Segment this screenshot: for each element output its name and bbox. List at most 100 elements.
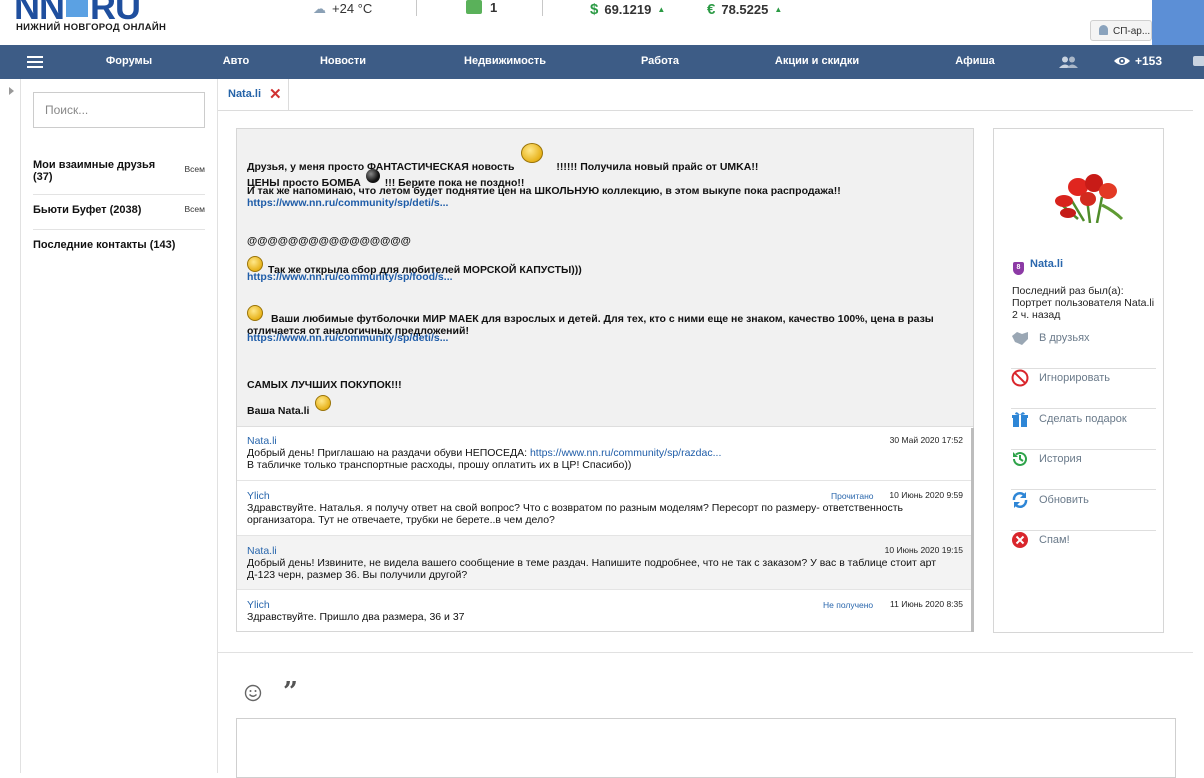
message-body: Здравствуйте. Пришло два размера, 36 и 3… <box>247 611 465 623</box>
message-paragraph: Друзья, у меня просто ФАНТАСТИЧЕСКАЯ нов… <box>247 143 962 173</box>
message-item: Nata.li 30 Май 2020 17:52 Добрый день! П… <box>237 426 973 481</box>
read-status: Прочитано <box>831 491 874 501</box>
gift-icon <box>1012 412 1028 427</box>
friends-button[interactable]: В друзьях <box>1011 329 1156 369</box>
message-link[interactable]: https://www.nn.ru/community/sp/food/s... <box>247 271 453 283</box>
message-signature: Ваша Nata.li <box>247 405 310 417</box>
message-author[interactable]: Ylich <box>247 490 270 502</box>
nav-jobs[interactable]: Работа <box>641 55 679 67</box>
expand-arrow-icon[interactable] <box>9 87 14 95</box>
refresh-button[interactable]: Обновить <box>1011 491 1156 531</box>
spam-button[interactable]: Спам! <box>1011 531 1156 571</box>
main-nav: Форумы Авто Новости Недвижимость Работа … <box>0 45 1204 79</box>
emoji-icon[interactable] <box>244 684 262 702</box>
notification-icon <box>466 0 482 14</box>
handshake-icon <box>1012 332 1028 345</box>
usd-rate[interactable]: $69.1219 ▲ <box>590 1 665 18</box>
views-count: +153 <box>1135 54 1163 68</box>
message-link[interactable]: https://www.nn.ru/community/sp/razdac... <box>530 447 721 459</box>
message-paragraph: Ваша Nata.li <box>247 395 962 417</box>
gift-button[interactable]: Сделать подарок <box>1011 410 1156 450</box>
usd-value: 69.1219 <box>604 2 652 17</box>
message-item: Ylich Прочитано 10 Июнь 2020 9:59 Здравс… <box>237 481 973 536</box>
refresh-icon <box>1012 492 1028 508</box>
smiley-icon <box>247 256 263 272</box>
nav-realty[interactable]: Недвижимость <box>464 55 546 67</box>
smiley-icon <box>315 395 332 411</box>
message-paragraph: https://www.nn.ru/community/sp/food/s... <box>247 271 962 283</box>
group-all-link[interactable]: Всем <box>185 164 206 174</box>
message-text: Друзья, у меня просто ФАНТАСТИЧЕСКАЯ нов… <box>247 161 515 173</box>
message-paragraph: САМЫХ ЛУЧШИХ ПОКУПОК!!! <box>247 379 402 391</box>
group-label: Последние контакты (143) <box>33 239 176 251</box>
message-text: Добрый день! Приглашаю на раздачи обуви … <box>247 447 530 459</box>
message-author[interactable]: Ylich <box>247 599 270 611</box>
last-seen: Последний раз был(а): Портрет пользовате… <box>1012 285 1155 321</box>
menu-icon[interactable] <box>27 56 43 68</box>
nav-news[interactable]: Новости <box>320 55 366 67</box>
read-status: Не получено <box>823 600 874 610</box>
nav-auto[interactable]: Авто <box>223 55 250 67</box>
eur-rate[interactable]: €78.5225 ▲ <box>707 1 782 18</box>
profile-name[interactable]: 8 Nata.li <box>1013 258 1063 275</box>
collapse-strip[interactable] <box>0 79 21 773</box>
nav-afisha[interactable]: Афиша <box>955 55 995 67</box>
first-message: Друзья, у меня просто ФАНТАСТИЧЕСКАЯ нов… <box>237 129 973 427</box>
message-date: 10 Июнь 2020 9:59 <box>889 490 963 500</box>
up-arrow-icon: ▲ <box>774 5 783 14</box>
ignore-label: Игнорировать <box>1039 372 1110 384</box>
group-label: Бьюти Буфет (2038) <box>33 204 142 216</box>
gift-label: Сделать подарок <box>1039 413 1127 425</box>
group-beauty-buffet[interactable]: Бьюти Буфет (2038) Всем <box>33 204 205 230</box>
tab-natali[interactable]: Nata.li ✕ <box>218 79 289 110</box>
message-author[interactable]: Nata.li <box>247 435 277 447</box>
ignore-button[interactable]: Игнорировать <box>1011 369 1156 409</box>
site-logo[interactable]: NN RU НИЖНИЙ НОВГОРОД ОНЛАЙН <box>14 0 184 44</box>
message-item: Nata.li 10 Июнь 2020 19:15 Добрый день! … <box>237 536 973 590</box>
weather-widget[interactable]: ☁ +24 °C <box>313 1 372 17</box>
refresh-label: Обновить <box>1039 494 1089 506</box>
chat-icon[interactable] <box>1193 56 1204 66</box>
group-all-link[interactable]: Всем <box>185 204 206 214</box>
views-counter[interactable]: +153 <box>1113 54 1162 68</box>
message-paragraph: @@@@@@@@@@@@@@@@ <box>247 235 411 247</box>
message-author[interactable]: Nata.li <box>247 545 277 557</box>
group-recent-contacts[interactable]: Последние контакты (143) <box>33 239 205 259</box>
user-button[interactable]: СП-ар... <box>1090 20 1152 41</box>
history-icon <box>1013 451 1027 466</box>
divider <box>416 0 417 16</box>
group-mutual-friends[interactable]: Мои взаимные друзья (37) Всем <box>33 159 205 195</box>
cloud-icon: ☁ <box>313 1 326 16</box>
notifications-count: 1 <box>490 0 498 15</box>
message-body: Добрый день! Приглашаю на раздачи обуви … <box>247 447 957 471</box>
message-item: Ylich Не получено 11 Июнь 2020 8:35 Здра… <box>237 590 973 631</box>
avatar[interactable] <box>1042 161 1128 223</box>
message-input[interactable] <box>236 718 1176 778</box>
tab-title: Nata.li <box>228 88 262 100</box>
message-link[interactable]: https://www.nn.ru/community/sp/deti/s... <box>247 197 448 209</box>
spam-icon <box>1012 532 1028 548</box>
up-arrow-icon: ▲ <box>657 5 666 14</box>
message-paragraph: https://www.nn.ru/community/sp/deti/s... <box>247 197 962 209</box>
nav-forums[interactable]: Форумы <box>106 55 152 67</box>
history-label: История <box>1039 453 1082 465</box>
nav-sales[interactable]: Акции и скидки <box>775 55 859 67</box>
message-paragraph: И так же напоминаю, что летом будет подн… <box>247 185 841 197</box>
contacts-sidebar: Мои взаимные друзья (37) Всем Бьюти Буфе… <box>20 79 218 773</box>
message-link[interactable]: https://www.nn.ru/community/sp/deti/s... <box>247 332 448 344</box>
profile-name-text: Nata.li <box>1030 258 1064 270</box>
scrollbar[interactable] <box>971 428 974 632</box>
quote-icon[interactable]: ” <box>283 679 298 705</box>
people-icon[interactable] <box>1058 56 1078 68</box>
profile-card: 8 Nata.li Последний раз был(а): Портрет п… <box>993 128 1164 633</box>
notifications-widget[interactable]: 1 <box>466 0 497 15</box>
eur-value: 78.5225 <box>721 2 769 17</box>
euro-icon: € <box>707 1 716 18</box>
message-date: 10 Июнь 2020 19:15 <box>884 545 963 555</box>
message-text: !!!!!! Получила новый прайс от UMKA!! <box>556 161 759 173</box>
close-icon[interactable]: ✕ <box>269 85 282 103</box>
dollar-icon: $ <box>590 1 599 18</box>
search-input[interactable] <box>33 92 205 128</box>
history-button[interactable]: История <box>1011 450 1156 490</box>
block-icon <box>1011 369 1029 387</box>
